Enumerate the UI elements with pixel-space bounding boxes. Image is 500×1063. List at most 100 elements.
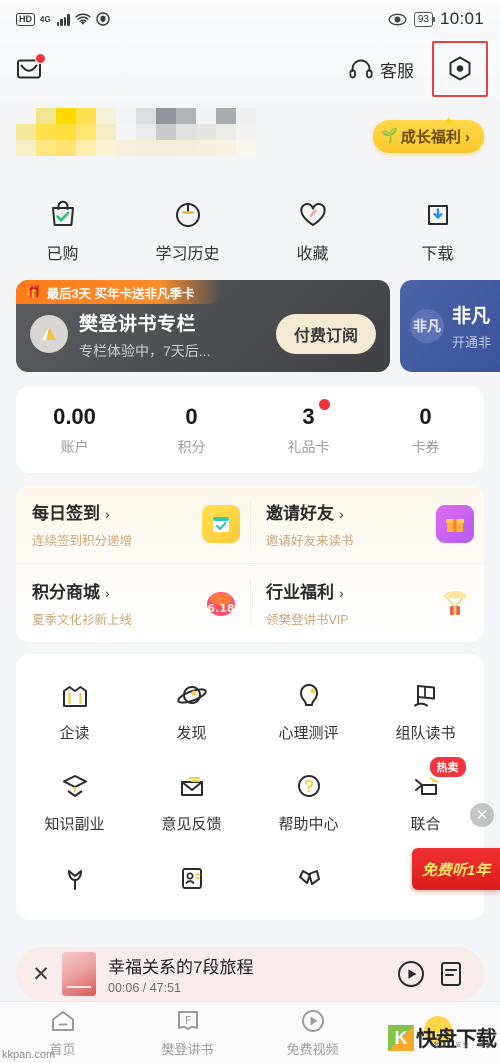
mini-player-play-button[interactable] <box>394 957 428 991</box>
quick-action-favorites[interactable]: 收藏 <box>250 197 375 264</box>
star-icon: ✦ <box>443 114 454 128</box>
quick-action-history[interactable]: 学习历史 <box>125 197 250 264</box>
mall-618-icon: 6.18 <box>202 584 240 622</box>
service-feedback[interactable]: 意见反馈 <box>133 759 250 850</box>
playlist-icon <box>441 962 461 986</box>
benefit-daily-checkin[interactable]: 每日签到 › 连续签到积分递增 <box>16 485 250 563</box>
battery-icon: 93 <box>413 11 436 27</box>
stat-label: 卡券 <box>411 439 440 455</box>
promo-card-fandeng[interactable]: 🎁 最后3天 买年卡送非凡季卡 樊登讲书专栏 专栏体验中，7天后... 付费订阅 <box>16 280 390 372</box>
watermark: K 快盘下载 专注 · 安全 · 高速 <box>388 1023 497 1053</box>
service-label: 知识副业 <box>44 816 105 833</box>
download-icon <box>421 197 455 231</box>
customer-service-button[interactable]: 客服 <box>349 57 432 82</box>
mini-player-close-button[interactable]: ✕ <box>28 962 54 987</box>
promo-card-text: 樊登讲书专栏 专栏体验中，7天后... <box>79 309 210 361</box>
service-row3-item2[interactable] <box>133 850 250 920</box>
services-row: 企读 发现 心理测评 组队读书 <box>16 668 484 759</box>
service-help-center[interactable]: 帮助中心 <box>250 759 367 850</box>
subscribe-button[interactable]: 付费订阅 <box>275 314 376 354</box>
account-stats-panel: 0.00 账户 0 积分 3 礼品卡 0 卡券 <box>16 386 484 473</box>
graduation-cap-icon <box>58 771 92 803</box>
benefits-panel: 每日签到 › 连续签到积分递增 邀请好友 › 邀请好友来读书 积分商城 › 夏季… <box>16 485 484 642</box>
stat-coupons[interactable]: 0 卡券 <box>367 404 484 457</box>
mini-player: ✕ 幸福关系的7段旅程 00:06 / 47:51 <box>16 947 484 1001</box>
service-label: 企读 <box>59 725 90 742</box>
hd-badge: HD <box>16 12 35 26</box>
svg-text:F: F <box>184 1014 190 1027</box>
service-label: 心理测评 <box>278 725 339 742</box>
service-row3-item3[interactable] <box>250 850 367 920</box>
stat-giftcards[interactable]: 3 礼品卡 <box>250 399 367 457</box>
parachute-gift-icon <box>436 584 474 622</box>
mini-player-thumbnail[interactable] <box>62 952 96 996</box>
mini-player-time: 00:06 / 47:51 <box>108 981 181 995</box>
status-bar-right: 93 10:01 <box>388 9 484 29</box>
service-enterprise-read[interactable]: 企读 <box>16 668 133 759</box>
service-union[interactable]: 热卖 联合 <box>367 757 484 850</box>
stat-badge-dot <box>318 399 330 410</box>
service-knowledge-side-job[interactable]: 知识副业 <box>16 759 133 850</box>
watermark-url: kkpan.com <box>2 1049 56 1061</box>
psychology-icon <box>292 680 326 712</box>
fandeng-logo-icon <box>30 315 68 353</box>
benefit-invite-friends[interactable]: 邀请好友 › 邀请好友来读书 <box>250 485 484 563</box>
stat-value: 0 <box>185 404 198 429</box>
growth-benefits-badge[interactable]: 🌱 ✦ 成长福利 › <box>372 114 484 153</box>
chevron-right-icon: › <box>105 506 110 522</box>
quick-actions-row: 已购 学习历史 收藏 下载 <box>0 185 500 280</box>
planet-icon <box>175 680 209 712</box>
stat-points[interactable]: 0 积分 <box>133 404 250 457</box>
service-label: 联合 <box>410 816 441 833</box>
tab-label: 免费视频 <box>286 1041 339 1057</box>
benefit-title: 积分商城 <box>32 583 100 602</box>
clock: 10:01 <box>439 9 484 28</box>
service-team-reading[interactable]: 组队读书 <box>367 668 484 759</box>
stat-value: 0.00 <box>53 404 96 429</box>
tab-free-video[interactable]: 免费视频 <box>250 1008 375 1058</box>
signal-icon <box>56 13 71 26</box>
mini-player-info[interactable]: 幸福关系的7段旅程 00:06 / 47:51 <box>108 953 388 995</box>
service-discover[interactable]: 发现 <box>133 668 250 759</box>
chevron-right-icon: › <box>339 585 344 601</box>
calendar-check-icon <box>202 505 240 543</box>
settings-button[interactable] <box>432 41 488 97</box>
mail-button[interactable] <box>14 52 48 86</box>
quick-action-purchased[interactable]: 已购 <box>0 197 125 264</box>
blurred-profile-info <box>16 108 256 156</box>
promo-card-subtitle: 开通非 <box>452 335 492 350</box>
promo-card-feifan[interactable]: 非凡 非凡 开通非 <box>400 280 500 372</box>
question-help-icon <box>292 771 326 803</box>
book-f-icon: F <box>174 1008 202 1034</box>
feifan-badge-icon: 非凡 <box>410 309 444 343</box>
chevron-right-icon: › <box>339 506 344 522</box>
tab-fandeng-books[interactable]: F 樊登讲书 <box>125 1008 250 1058</box>
profile-section[interactable]: 🌱 ✦ 成长福利 › <box>0 100 500 185</box>
floating-ad[interactable]: 免费听1年 <box>412 848 500 890</box>
heart-icon <box>296 197 330 231</box>
growth-benefits-label: 成长福利 <box>400 129 461 146</box>
quick-action-label: 已购 <box>46 246 79 263</box>
benefit-subtitle: 邀请好友来读书 <box>266 534 354 548</box>
quick-action-downloads[interactable]: 下载 <box>375 197 500 264</box>
benefit-points-mall[interactable]: 积分商城 › 夏季文化衫新上线 6.18 <box>16 564 250 642</box>
service-psychology[interactable]: 心理测评 <box>250 668 367 759</box>
service-label: 帮助中心 <box>278 816 339 833</box>
promo-card-title: 非凡 <box>452 306 491 327</box>
benefit-industry[interactable]: 行业福利 › 领樊登讲书VIP <box>250 564 484 642</box>
service-row3-item1[interactable] <box>16 850 133 920</box>
headset-icon <box>349 58 373 80</box>
mini-player-playlist-button[interactable] <box>434 957 468 991</box>
floating-ad-close-button[interactable]: ✕ <box>470 803 494 827</box>
promo-ribbon-label: 最后3天 买年卡送非凡季卡 <box>46 286 195 301</box>
stat-account[interactable]: 0.00 账户 <box>16 404 133 457</box>
customer-service-label: 客服 <box>380 61 414 81</box>
vpn-icon <box>96 12 110 26</box>
promo-ribbon: 🎁 最后3天 买年卡送非凡季卡 <box>16 280 221 304</box>
benefit-subtitle: 夏季文化衫新上线 <box>32 613 133 627</box>
stat-label: 礼品卡 <box>287 439 330 455</box>
tulip-icon <box>58 862 92 894</box>
benefit-text: 邀请好友 › 邀请好友来读书 <box>266 499 436 549</box>
wifi-icon <box>75 13 91 26</box>
play-video-icon <box>299 1008 327 1034</box>
